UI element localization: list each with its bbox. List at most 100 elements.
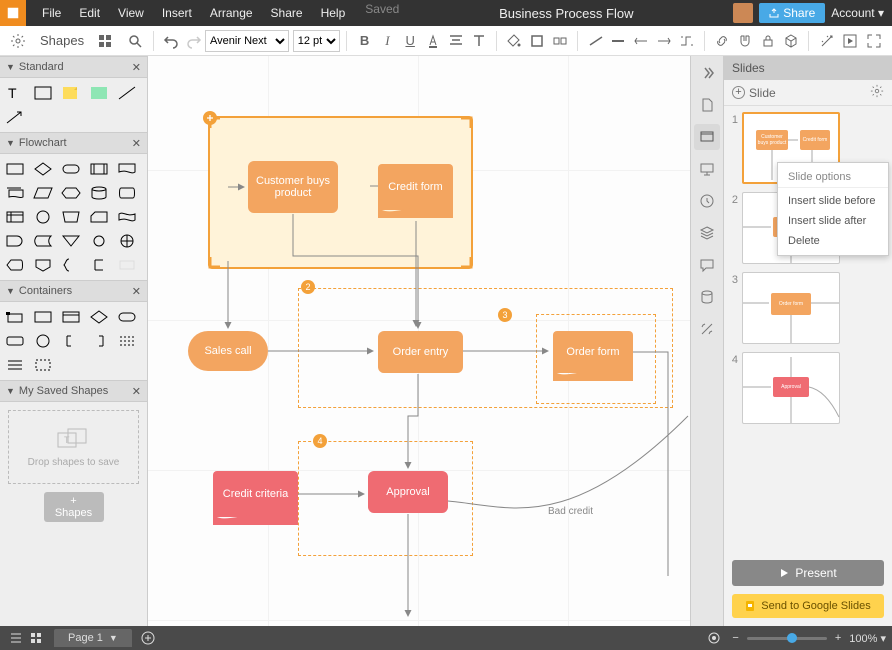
fc-manual[interactable] — [60, 208, 82, 226]
fc-direct[interactable] — [116, 184, 138, 202]
slide-thumb-4[interactable]: Approval — [742, 352, 840, 424]
menu-arrange[interactable]: Arrange — [202, 2, 261, 24]
ct-8[interactable] — [60, 332, 82, 350]
fc-offpage[interactable] — [32, 256, 54, 274]
node-order[interactable]: Order form — [553, 331, 633, 373]
close-icon[interactable]: ✕ — [132, 61, 141, 74]
google-slides-button[interactable]: Send to Google Slides — [732, 594, 884, 618]
shape-note-green[interactable] — [88, 84, 110, 102]
panel-saved[interactable]: ▼My Saved Shapes✕ — [0, 380, 147, 402]
fc-connector[interactable] — [88, 232, 110, 250]
fc-circle[interactable] — [32, 208, 54, 226]
fc-merge[interactable] — [60, 232, 82, 250]
ct-5[interactable] — [116, 308, 138, 326]
node-approval[interactable]: Approval — [368, 471, 448, 513]
document-icon[interactable] — [694, 92, 720, 118]
shape-rect[interactable] — [32, 84, 54, 102]
history-icon[interactable] — [694, 188, 720, 214]
zoom-label[interactable]: 100% ▾ — [849, 632, 886, 645]
menu-insert[interactable]: Insert — [154, 2, 200, 24]
close-icon[interactable]: ✕ — [132, 385, 141, 398]
present-icon[interactable] — [694, 156, 720, 182]
app-logo-icon[interactable] — [0, 0, 26, 26]
line-solid-icon[interactable] — [607, 29, 630, 53]
saved-drop-zone[interactable]: T Drop shapes to save — [8, 410, 139, 484]
fc-decision[interactable] — [32, 160, 54, 178]
fc-or[interactable] — [116, 232, 138, 250]
text-options-icon[interactable] — [467, 29, 490, 53]
grid-view-icon[interactable] — [26, 628, 46, 648]
fc-tape[interactable] — [116, 208, 138, 226]
shape-line[interactable] — [116, 84, 138, 102]
ct-9[interactable] — [88, 332, 110, 350]
node-credit-form[interactable]: Credit form — [378, 164, 453, 210]
ct-10[interactable] — [116, 332, 138, 350]
close-icon[interactable]: ✕ — [132, 285, 141, 298]
shapes-manager-button[interactable]: + Shapes — [44, 492, 104, 522]
panel-standard[interactable]: ▼Standard✕ — [0, 56, 147, 78]
slide-badge-3[interactable]: 3 — [498, 308, 512, 322]
fc-predef[interactable] — [88, 160, 110, 178]
node-customer[interactable]: Customer buys product — [248, 161, 338, 213]
fc-delay[interactable] — [4, 232, 26, 250]
node-sales[interactable]: Sales call — [188, 331, 268, 371]
fc-data[interactable] — [32, 184, 54, 202]
cube-icon[interactable] — [779, 29, 802, 53]
menu-help[interactable]: Help — [313, 2, 354, 24]
fc-brace[interactable] — [60, 256, 82, 274]
collapse-icon[interactable] — [694, 60, 720, 86]
fullscreen-icon[interactable] — [862, 29, 886, 53]
slides-settings-icon[interactable] — [870, 84, 884, 101]
fc-process[interactable] — [4, 160, 26, 178]
arrow-start-icon[interactable] — [630, 29, 653, 53]
menu-file[interactable]: File — [34, 2, 69, 24]
node-entry[interactable]: Order entry — [378, 331, 463, 373]
account-menu[interactable]: Account ▾ — [831, 6, 884, 20]
italic-icon[interactable]: I — [376, 29, 399, 53]
palette-icon[interactable] — [93, 29, 117, 53]
canvas[interactable]: Customer buys product Credit form 2 3 Sa… — [148, 56, 690, 626]
fc-card[interactable] — [88, 208, 110, 226]
slide-badge-2[interactable]: 2 — [301, 280, 315, 294]
magic-icon[interactable] — [815, 29, 838, 53]
comments-icon[interactable] — [694, 252, 720, 278]
play-icon[interactable] — [838, 29, 862, 53]
ct-1[interactable] — [4, 308, 26, 326]
fc-multidoc[interactable] — [4, 184, 26, 202]
close-icon[interactable]: ✕ — [132, 137, 141, 150]
fill-icon[interactable] — [503, 29, 526, 53]
link-icon[interactable] — [711, 29, 734, 53]
zoom-slider[interactable] — [747, 637, 827, 640]
magic-panel-icon[interactable] — [694, 316, 720, 342]
present-button[interactable]: Present — [732, 560, 884, 586]
undo-icon[interactable] — [159, 29, 182, 53]
line-style-icon[interactable] — [584, 29, 607, 53]
user-avatar[interactable] — [733, 3, 753, 23]
add-page-icon[interactable] — [138, 628, 158, 648]
zoom-thumb[interactable] — [787, 633, 797, 643]
data-icon[interactable] — [694, 284, 720, 310]
share-button[interactable]: Share — [759, 3, 825, 23]
slide-badge-1[interactable] — [203, 111, 217, 125]
shape-arrow[interactable] — [4, 108, 26, 126]
ctx-delete[interactable]: Delete — [778, 231, 888, 251]
layers-icon[interactable] — [694, 220, 720, 246]
page-tab-1[interactable]: Page 1▼ — [54, 629, 132, 647]
fc-prep[interactable] — [60, 184, 82, 202]
ct-2[interactable] — [32, 308, 54, 326]
fc-internal[interactable] — [4, 208, 26, 226]
slides-icon[interactable] — [694, 124, 720, 150]
add-slide-button[interactable]: +Slide — [732, 86, 776, 100]
shape-note-yellow[interactable] — [60, 84, 82, 102]
arrow-end-icon[interactable] — [653, 29, 676, 53]
line-routing-icon[interactable] — [675, 29, 698, 53]
ct-11[interactable] — [4, 356, 26, 374]
shape-style-icon[interactable] — [548, 29, 571, 53]
ct-3[interactable] — [60, 308, 82, 326]
shape-text[interactable]: T — [4, 84, 26, 102]
gear-icon[interactable] — [6, 29, 30, 53]
font-select[interactable]: Avenir Next — [205, 30, 289, 52]
fc-document[interactable] — [116, 160, 138, 178]
ctx-insert-after[interactable]: Insert slide after — [778, 211, 888, 231]
node-criteria[interactable]: Credit criteria — [213, 471, 298, 517]
